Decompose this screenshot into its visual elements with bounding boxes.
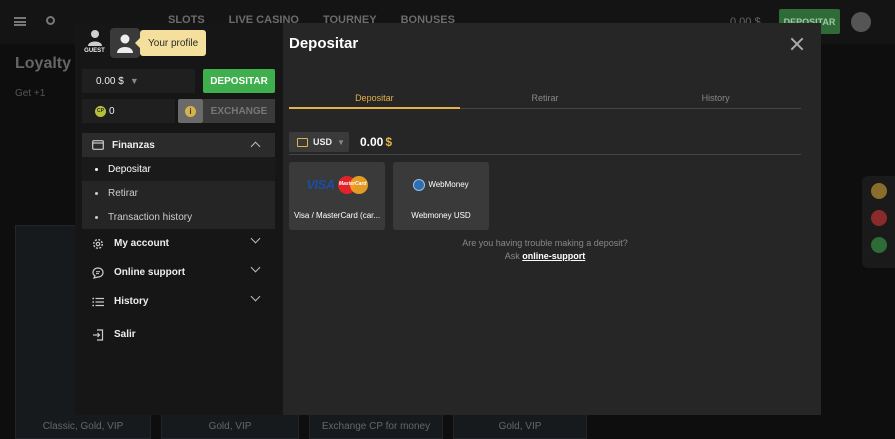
deposit-button[interactable]: DEPOSITAR — [203, 69, 275, 93]
menu-history[interactable]: History — [82, 287, 275, 316]
currency-symbol: $ — [385, 135, 393, 149]
menu-label: History — [114, 296, 149, 307]
loyalty-card-label: Gold, VIP — [498, 421, 542, 432]
amount-value: 0.00 — [360, 135, 384, 149]
deposit-modal: GUEST Your profile 0.00 $ ▼ DEPOSITAR CP… — [75, 23, 821, 415]
caret-down-icon: ▼ — [337, 137, 345, 147]
account-sidebar: GUEST Your profile 0.00 $ ▼ DEPOSITAR CP… — [75, 23, 283, 415]
list-icon — [92, 297, 104, 306]
user-icon — [87, 30, 102, 46]
webmoney-logo: WebMoney — [393, 172, 489, 197]
trophy-icon[interactable] — [870, 183, 887, 199]
modal-title: Depositar — [289, 35, 359, 52]
submenu-label: Retirar — [108, 187, 139, 199]
currency-selector[interactable]: USD ▼ — [289, 132, 349, 152]
menu-online-support[interactable]: Online support — [82, 258, 275, 287]
bullet-icon — [95, 167, 98, 171]
submenu-label: Depositar — [108, 163, 151, 175]
heart-icon[interactable] — [870, 210, 887, 226]
menu-finanzas-label: Finanzas — [112, 139, 155, 151]
menu-label: Salir — [114, 329, 136, 340]
help-text: Are you having trouble making a deposit?… — [289, 237, 801, 263]
payment-method-visa-mastercard[interactable]: VISA MasterCard Visa / MasterCard (car..… — [289, 162, 385, 230]
webmoney-logo-text: WebMoney — [428, 180, 469, 189]
loyalty-card-label: Classic, Gold, VIP — [42, 421, 124, 432]
submenu-transaction-history[interactable]: Transaction history — [82, 205, 275, 229]
balance-row: 0.00 $ ▼ DEPOSITAR — [82, 69, 275, 93]
cp-balance: CP 0 — [82, 99, 175, 123]
currency-code: USD — [313, 137, 333, 147]
deposit-panel: Depositar Depositar Retirar History USD … — [283, 23, 821, 415]
balance-value: 0.00 $ — [96, 75, 124, 87]
user-icon — [117, 34, 133, 53]
payment-method-label: Visa / MasterCard (car... — [293, 211, 381, 220]
submenu-depositar[interactable]: Depositar — [82, 157, 275, 181]
account-menu: Finanzas Depositar Retirar Transaction h… — [82, 133, 275, 349]
logout-icon — [93, 328, 104, 341]
info-button[interactable]: i — [178, 99, 203, 123]
caret-down-icon: ▼ — [129, 76, 139, 86]
mastercard-logo: MasterCard — [337, 175, 368, 194]
bullet-icon — [95, 215, 98, 219]
wallet-icon — [297, 137, 308, 147]
menu-label: My account — [114, 238, 170, 249]
close-icon[interactable] — [790, 37, 804, 51]
chevron-down-icon — [250, 291, 261, 302]
globe-icon — [413, 178, 426, 191]
help-ask: Ask — [504, 251, 520, 261]
submenu-retirar[interactable]: Retirar — [82, 181, 275, 205]
tab-depositar[interactable]: Depositar — [289, 93, 460, 109]
cp-row: CP 0 i EXCHANGE — [82, 99, 275, 123]
loyalty-card-label: Gold, VIP — [208, 421, 252, 432]
profile-tooltip: Your profile — [134, 30, 207, 56]
help-line: Ask online-support — [289, 250, 801, 263]
wallet-icon — [92, 140, 104, 150]
chat-icon — [92, 266, 104, 279]
tab-history[interactable]: History — [630, 93, 801, 108]
menu-label: Online support — [114, 267, 186, 278]
guest-badge: GUEST — [83, 29, 106, 54]
search-icon[interactable] — [46, 16, 55, 25]
guest-label: GUEST — [84, 48, 105, 54]
finanzas-submenu: Depositar Retirar Transaction history — [82, 157, 275, 229]
cp-value: 0 — [109, 105, 115, 117]
chat-icon[interactable] — [870, 237, 887, 253]
payment-method-webmoney[interactable]: WebMoney Webmoney USD — [393, 162, 489, 230]
cp-coin-icon: CP — [95, 105, 106, 117]
balance-selector[interactable]: 0.00 $ ▼ — [82, 69, 195, 93]
info-icon: i — [185, 105, 196, 117]
tab-retirar[interactable]: Retirar — [460, 93, 631, 108]
submenu-label: Transaction history — [108, 211, 193, 223]
deposit-tabs: Depositar Retirar History — [289, 93, 801, 109]
chevron-down-icon — [250, 233, 261, 244]
visa-mastercard-logo: VISA MasterCard — [289, 172, 385, 197]
menu-my-account[interactable]: My account — [82, 229, 275, 258]
help-question: Are you having trouble making a deposit? — [462, 238, 628, 248]
mastercard-logo-text: MasterCard — [338, 180, 367, 187]
amount-display: 0.00 $ — [360, 135, 392, 149]
chevron-down-icon — [250, 262, 261, 273]
side-widgets — [862, 176, 895, 268]
menu-salir[interactable]: Salir — [82, 320, 275, 349]
payment-method-label: Webmoney USD — [411, 211, 471, 220]
menu-finanzas[interactable]: Finanzas — [82, 133, 275, 157]
chevron-up-icon — [250, 141, 261, 152]
header-avatar[interactable] — [851, 12, 871, 32]
exchange-button[interactable]: EXCHANGE — [203, 99, 275, 123]
menu-icon[interactable] — [14, 17, 26, 26]
page-subtitle: Get +1 — [15, 88, 46, 99]
currency-row: USD ▼ 0.00 $ — [289, 131, 801, 155]
online-support-link[interactable]: online-support — [522, 251, 585, 261]
bullet-icon — [95, 191, 98, 195]
visa-logo: VISA — [306, 177, 335, 192]
gear-icon — [92, 238, 104, 249]
loyalty-card-label: Exchange CP for money — [321, 421, 431, 432]
